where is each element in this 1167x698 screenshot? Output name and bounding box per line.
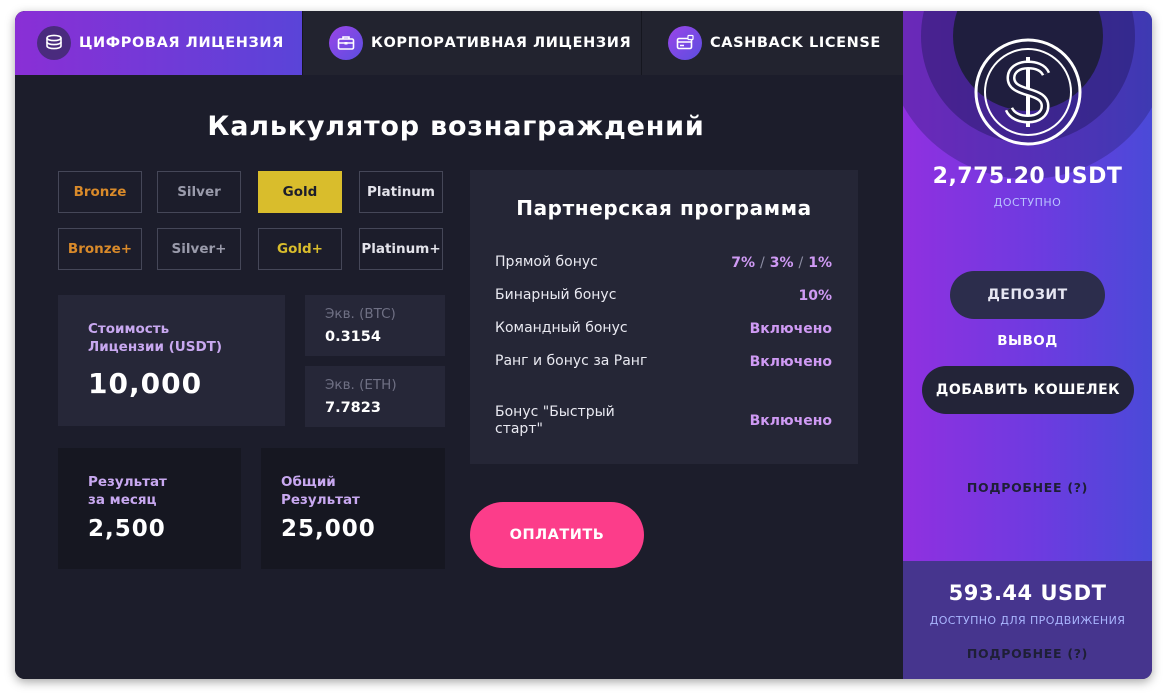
partner-row-label: Бонус "Быстрый старт" <box>495 404 615 437</box>
tab-corporate-license[interactable]: КОРПОРАТИВНАЯ ЛИЦЕНЗИЯ <box>303 11 642 75</box>
tier-label: Bronze+ <box>67 241 133 257</box>
license-cost-card: Стоимость Лицензии (USDT) 10,000 <box>58 295 285 426</box>
tab-digital-license[interactable]: ЦИФРОВАЯ ЛИЦЕНЗИЯ <box>15 11 303 75</box>
wallet-sidebar: 2,775.20 USDT ДОСТУПНО ДЕПОЗИТ ВЫВОД ДОБ… <box>903 11 1152 561</box>
tier-button-silver-plus[interactable]: Silver+ <box>157 228 241 270</box>
dollar-coin-icon <box>974 38 1082 146</box>
tier-button-platinum[interactable]: Platinum <box>359 171 443 213</box>
partner-row-binary-bonus: Бинарный бонус 10% <box>495 287 832 304</box>
tier-label: Gold+ <box>277 241 323 257</box>
tab-label: КОРПОРАТИВНАЯ ЛИЦЕНЗИЯ <box>371 35 632 51</box>
partner-row-value: 10% <box>798 287 832 304</box>
tier-label: Platinum+ <box>361 241 441 257</box>
partner-program-panel: Партнерская программа Прямой бонус 7% /3%… <box>470 170 858 464</box>
btc-equivalent-card: Экв. (BTC) 0.3154 <box>305 295 445 356</box>
briefcase-icon <box>329 26 363 60</box>
tier-label: Platinum <box>366 184 435 200</box>
partner-row-value: Включено <box>749 320 832 337</box>
tab-cashback-license[interactable]: CASHBACK LICENSE <box>642 11 903 75</box>
withdraw-link[interactable]: ВЫВОД <box>903 333 1152 349</box>
pay-button[interactable]: ОПЛАТИТЬ <box>470 502 644 568</box>
tier-label: Silver <box>177 184 221 200</box>
deposit-button[interactable]: ДЕПОЗИТ <box>950 271 1105 319</box>
monthly-result-card: Результат за месяц 2,500 <box>58 448 241 569</box>
partner-row-label: Прямой бонус <box>495 254 598 270</box>
partner-row-value: Включено <box>749 413 832 429</box>
add-wallet-button[interactable]: ДОБАВИТЬ КОШЕЛЕК <box>922 366 1134 414</box>
partner-row-label: Ранг и бонус за Ранг <box>495 353 648 369</box>
tier-button-gold-plus[interactable]: Gold+ <box>258 228 342 270</box>
license-cost-value[interactable]: 10,000 <box>88 367 202 400</box>
partner-row-value: Включено <box>749 353 832 370</box>
total-result-card: Общий Результат 25,000 <box>261 448 445 569</box>
tab-label: ЦИФРОВАЯ ЛИЦЕНЗИЯ <box>79 35 284 51</box>
tier-button-bronze-plus[interactable]: Bronze+ <box>58 228 142 270</box>
btc-value: 0.3154 <box>325 329 381 345</box>
tier-label: Bronze <box>73 184 127 200</box>
app-window: ЦИФРОВАЯ ЛИЦЕНЗИЯ КОРПОРАТИВНАЯ ЛИЦЕНЗИЯ <box>15 11 1152 679</box>
monthly-result-label: Результат за месяц <box>88 474 167 508</box>
tier-button-bronze[interactable]: Bronze <box>58 171 142 213</box>
partner-row-label: Бинарный бонус <box>495 287 617 303</box>
partner-row-fast-start-bonus: Бонус "Быстрый старт" Включено <box>495 404 832 438</box>
monthly-result-value: 2,500 <box>88 516 166 542</box>
separator: / <box>760 254 765 271</box>
partner-row-direct-bonus: Прямой бонус 7%/3%/1% <box>495 254 832 271</box>
promotion-balance-panel: 593.44 USDT ДОСТУПНО ДЛЯ ПРОДВИЖЕНИЯ ПОД… <box>903 561 1152 679</box>
tier-button-platinum-plus[interactable]: Platinum+ <box>359 228 443 270</box>
partner-row-value: 7%/3%/1% <box>731 255 832 271</box>
direct-bonus-level-3: 1% <box>808 254 832 271</box>
total-result-label: Общий Результат <box>281 474 360 508</box>
eth-value: 7.7823 <box>325 400 381 416</box>
eth-label: Экв. (ETH) <box>325 377 397 393</box>
tier-button-silver[interactable]: Silver <box>157 171 241 213</box>
tier-label: Silver+ <box>171 241 227 257</box>
tab-label: CASHBACK LICENSE <box>710 35 881 51</box>
partner-program-title: Партнерская программа <box>516 196 812 220</box>
btc-label: Экв. (BTC) <box>325 306 396 322</box>
tier-button-gold[interactable]: Gold <box>258 171 342 213</box>
total-result-value: 25,000 <box>281 516 376 542</box>
eth-equivalent-card: Экв. (ETH) 7.7823 <box>305 366 445 427</box>
promo-available-label: ДОСТУПНО ДЛЯ ПРОДВИЖЕНИЯ <box>929 614 1126 627</box>
page-title: Калькулятор вознаграждений <box>207 111 705 142</box>
direct-bonus-level-2: 3% <box>769 254 794 271</box>
balance-available-label: ДОСТУПНО <box>993 196 1062 209</box>
partner-row-rank-bonus: Ранг и бонус за Ранг Включено <box>495 353 832 370</box>
partner-row-team-bonus: Командный бонус Включено <box>495 320 832 337</box>
coins-icon <box>37 26 71 60</box>
card-icon <box>668 26 702 60</box>
calculator-panel: Калькулятор вознаграждений Bronze Silver… <box>15 75 903 679</box>
tier-label: Gold <box>282 184 318 200</box>
separator: / <box>798 254 804 271</box>
balance-value: 2,775.20 USDT <box>932 164 1123 189</box>
more-info-link[interactable]: ПОДРОБНЕЕ (?) <box>903 480 1152 495</box>
promo-more-info-link[interactable]: ПОДРОБНЕЕ (?) <box>903 646 1152 661</box>
license-cost-label: Стоимость Лицензии (USDT) <box>88 321 223 355</box>
direct-bonus-level-1: 7% <box>731 254 755 271</box>
promo-balance-value: 593.44 USDT <box>948 581 1107 605</box>
license-tabs: ЦИФРОВАЯ ЛИЦЕНЗИЯ КОРПОРАТИВНАЯ ЛИЦЕНЗИЯ <box>15 11 903 75</box>
partner-row-label: Командный бонус <box>495 320 628 336</box>
